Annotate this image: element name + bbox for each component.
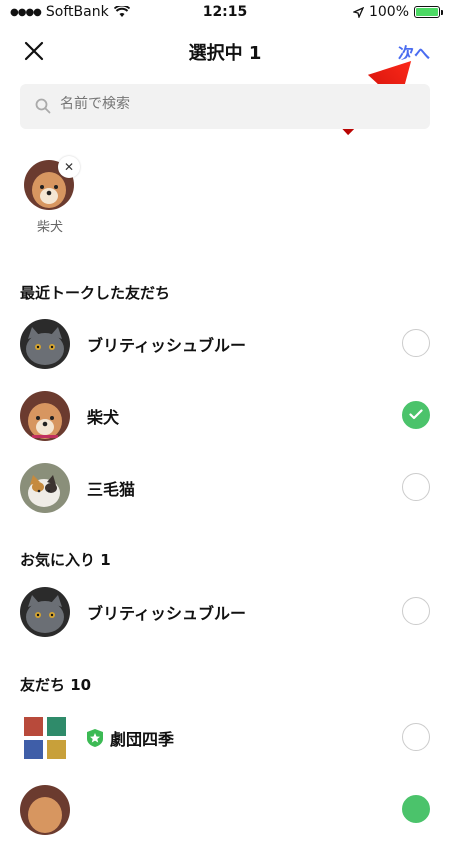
- location-icon: [352, 6, 364, 18]
- avatar: [20, 463, 70, 513]
- checkmark-icon: [409, 409, 423, 420]
- select-checkbox[interactable]: [402, 473, 430, 501]
- status-bar: ●●●● SoftBank 12:15 100%: [0, 0, 450, 26]
- list-item[interactable]: ブリティッシュブルー: [0, 579, 450, 645]
- search-icon: [35, 98, 51, 114]
- list-item[interactable]: 劇団四季: [0, 705, 450, 771]
- friend-name: 三毛猫: [87, 480, 136, 499]
- friend-name: ブリティッシュブルー: [87, 604, 247, 623]
- verified-badge-icon: [87, 729, 103, 747]
- remove-selected-button[interactable]: ✕: [58, 156, 80, 178]
- friend-name: ブリティッシュブルー: [87, 336, 247, 355]
- avatar: [20, 587, 70, 637]
- battery-percent: 100%: [368, 4, 409, 20]
- search-input[interactable]: [58, 95, 402, 113]
- friend-name: 柴犬: [87, 408, 120, 427]
- section-title-recent: 最近トークした友だち: [20, 284, 171, 302]
- select-checkbox[interactable]: [402, 795, 430, 823]
- selected-friend-name: 柴犬: [36, 220, 63, 235]
- search-bar: [20, 84, 430, 129]
- shiki-logo: [20, 713, 70, 763]
- select-checkbox[interactable]: [402, 401, 430, 429]
- list-item[interactable]: 三毛猫: [0, 455, 450, 521]
- select-checkbox[interactable]: [402, 597, 430, 625]
- list-item[interactable]: 柴犬: [0, 383, 450, 449]
- list-item[interactable]: [0, 777, 450, 843]
- selected-friend-chip[interactable]: ✕ 柴犬: [24, 156, 80, 235]
- avatar: [20, 319, 70, 369]
- section-title-friends: 友だち 10: [20, 676, 92, 694]
- list-item[interactable]: ブリティッシュブルー: [0, 311, 450, 377]
- select-checkbox[interactable]: [402, 723, 430, 751]
- avatar: [20, 391, 70, 441]
- battery-icon: [414, 6, 443, 18]
- section-title-favorites: お気に入り 1: [20, 551, 111, 569]
- friend-name: 劇団四季: [110, 730, 175, 749]
- status-right: 100%: [352, 4, 443, 20]
- avatar: [20, 785, 70, 835]
- select-checkbox[interactable]: [402, 329, 430, 357]
